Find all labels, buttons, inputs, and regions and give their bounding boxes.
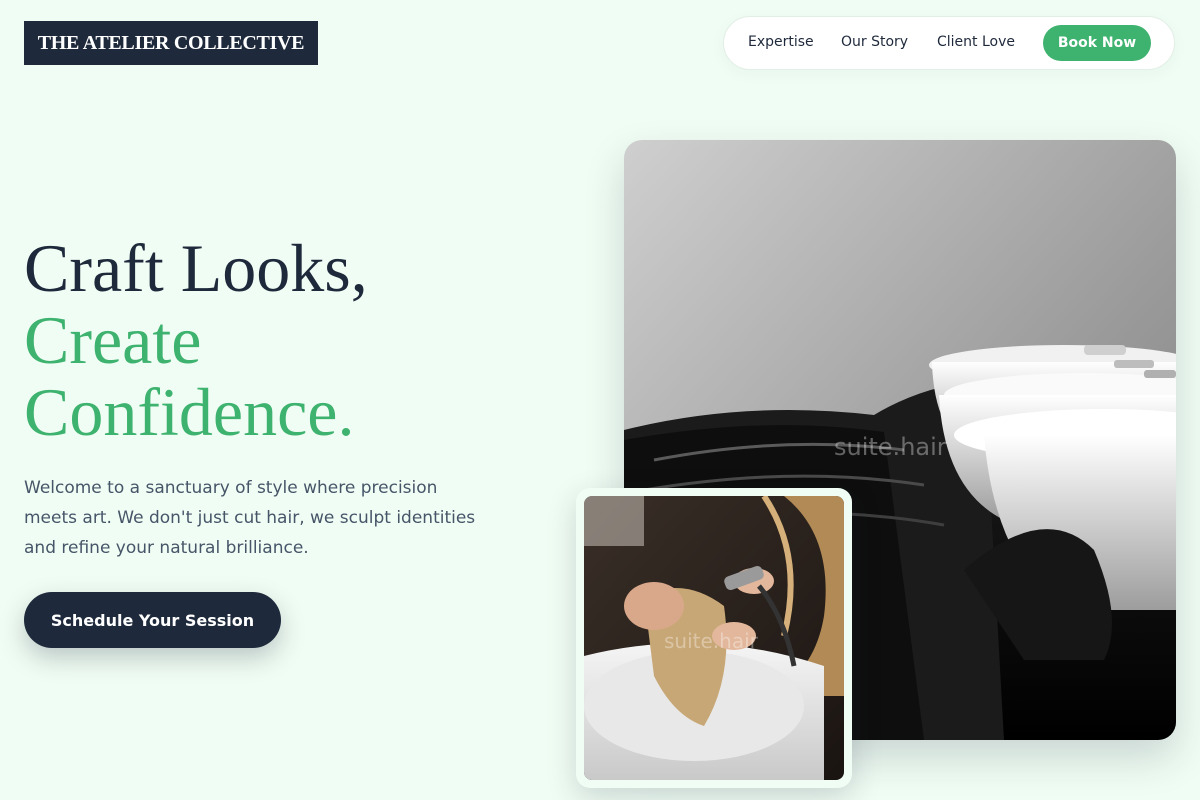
hero-title-line-2: Create — [24, 302, 202, 378]
nav-link-expertise[interactable]: Expertise — [748, 34, 814, 50]
brand-name: THE ATELIER COLLECTIVE — [37, 31, 305, 54]
schedule-session-button[interactable]: Schedule Your Session — [24, 592, 281, 648]
book-now-button[interactable]: Book Now — [1043, 25, 1151, 61]
nav-link-our-story[interactable]: Our Story — [841, 34, 908, 50]
hair-wash-image: suite.hair — [584, 496, 844, 780]
hair-wash-photo: suite.hair — [584, 496, 844, 780]
hero-description: Welcome to a sanctuary of style where pr… — [24, 478, 476, 558]
hero-title: Craft Looks, Create Confidence. — [24, 232, 368, 448]
main-image-watermark: suite.hair — [834, 433, 947, 461]
hero-title-line-3: Confidence. — [24, 374, 355, 450]
small-image-watermark: suite.hair — [664, 629, 759, 653]
hero-title-line-1: Craft Looks, — [24, 230, 368, 306]
top-nav: Expertise Our Story Client Love Book Now — [723, 16, 1175, 70]
small-image-frame: suite.hair — [576, 488, 852, 788]
nav-link-client-love[interactable]: Client Love — [937, 34, 1015, 50]
brand-logo[interactable]: THE ATELIER COLLECTIVE — [24, 21, 318, 65]
